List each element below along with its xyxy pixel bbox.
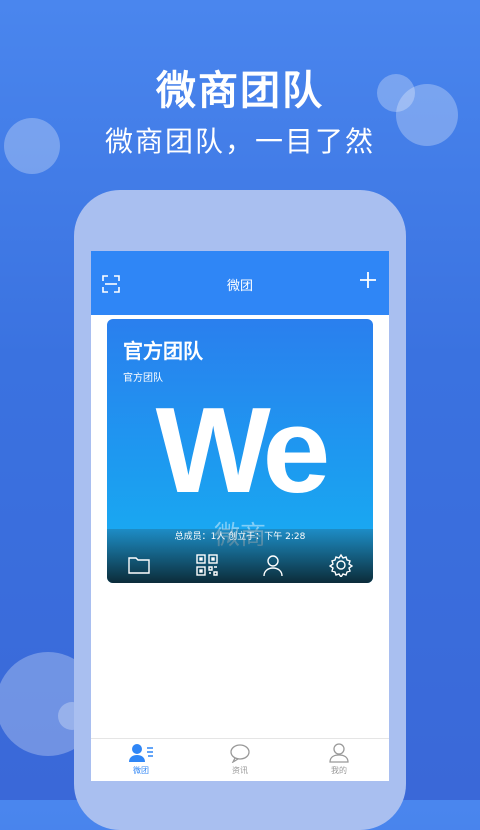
- team-meta: 总成员：1人 创立于：下午 2:28: [174, 532, 306, 542]
- tab-mine[interactable]: 我的: [309, 743, 369, 776]
- phone-screen: 微团 官方团队 官方团队 We 微商 总成员：1人 创立于：下午 2:28: [91, 251, 389, 781]
- bottom-tab-bar: 微团 资讯 我的: [91, 738, 389, 781]
- contacts-icon: [129, 744, 153, 762]
- chat-bubble-icon: [230, 744, 250, 763]
- tab-label: 我的: [331, 766, 347, 775]
- member-icon[interactable]: [261, 553, 285, 577]
- hero-title: 微商团队: [156, 68, 324, 114]
- team-card[interactable]: 官方团队 官方团队 We 微商 总成员：1人 创立于：下午 2:28: [107, 319, 373, 583]
- profile-icon: [329, 743, 349, 763]
- hero-subtitle: 微商团队，一目了然: [104, 125, 375, 158]
- app-header: 微团: [91, 251, 389, 315]
- tab-news[interactable]: 资讯: [210, 743, 270, 776]
- settings-icon[interactable]: [328, 553, 354, 579]
- tab-label: 资讯: [232, 766, 248, 775]
- add-icon[interactable]: [359, 271, 377, 289]
- folder-icon[interactable]: [127, 553, 151, 577]
- tab-weituan[interactable]: 微团: [111, 743, 171, 776]
- team-name: 官方团队: [123, 339, 203, 363]
- app-title: 微团: [226, 279, 253, 294]
- qr-code-icon[interactable]: [195, 553, 219, 577]
- we-logo: We: [155, 382, 331, 518]
- tab-label: 微团: [133, 766, 149, 775]
